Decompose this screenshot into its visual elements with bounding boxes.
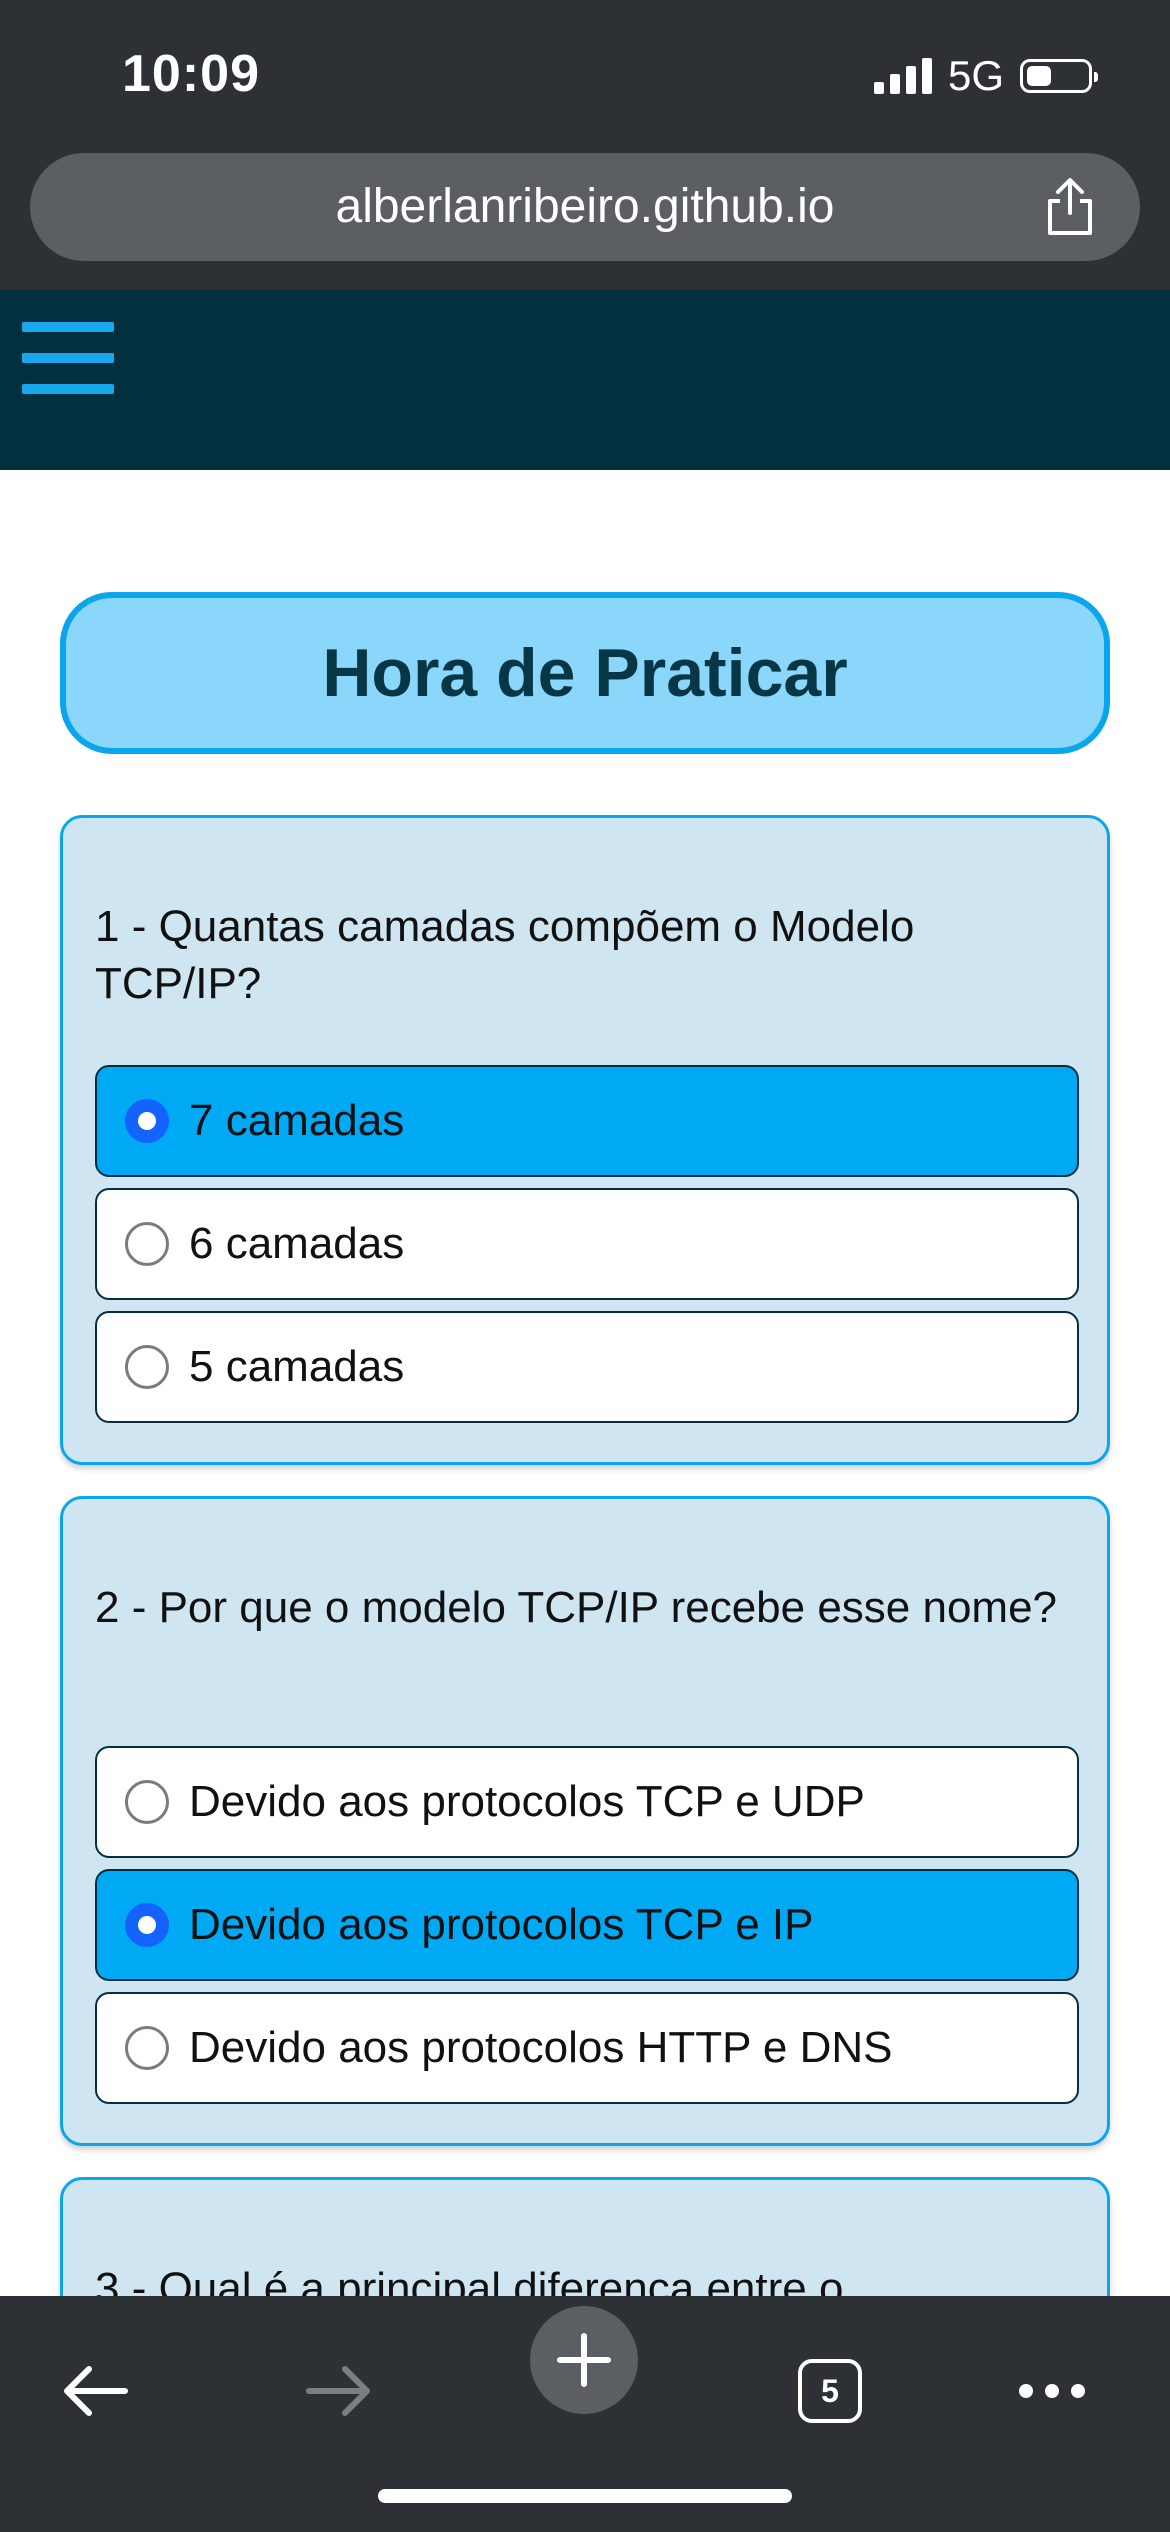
more-dots-icon bbox=[1019, 2384, 1085, 2398]
hamburger-menu-icon[interactable] bbox=[22, 322, 114, 394]
plus-icon bbox=[557, 2333, 611, 2387]
page-title: Hora de Praticar bbox=[322, 635, 848, 711]
page-title-box: Hora de Praticar bbox=[60, 592, 1110, 754]
radio-unselected-icon[interactable] bbox=[125, 1222, 169, 1266]
browser-top-chrome: 10:09 5G alberlanribeiro.github.io bbox=[0, 0, 1170, 290]
status-time: 10:09 bbox=[122, 45, 260, 103]
answer-option[interactable]: 5 camadas bbox=[95, 1311, 1079, 1423]
option-label: 5 camadas bbox=[189, 1342, 405, 1391]
home-indicator[interactable] bbox=[378, 2489, 792, 2503]
radio-unselected-icon[interactable] bbox=[125, 2026, 169, 2070]
option-label: 7 camadas bbox=[189, 1096, 405, 1145]
option-label: Devido aos protocolos HTTP e DNS bbox=[189, 2023, 893, 2072]
question-text: 2 - Por que o modelo TCP/IP recebe esse … bbox=[95, 1583, 1058, 1632]
new-tab-wrapper bbox=[0, 2306, 1170, 2414]
question-text: 1 - Quantas camadas compõem o Modelo TCP… bbox=[95, 902, 915, 1008]
more-menu-button[interactable] bbox=[997, 2336, 1107, 2446]
battery-icon bbox=[1020, 59, 1098, 93]
tabs-button[interactable]: 5 bbox=[775, 2336, 885, 2446]
radio-unselected-icon[interactable] bbox=[125, 1780, 169, 1824]
site-header bbox=[0, 290, 1170, 470]
answer-option[interactable]: 6 camadas bbox=[95, 1188, 1079, 1300]
radio-selected-icon[interactable] bbox=[125, 1099, 169, 1143]
question-card-1: 1 - Quantas camadas compõem o Modelo TCP… bbox=[60, 815, 1110, 1465]
option-label: Devido aos protocolos TCP e IP bbox=[189, 1900, 814, 1949]
question-card-2: 2 - Por que o modelo TCP/IP recebe esse … bbox=[60, 1496, 1110, 2146]
radio-selected-icon[interactable] bbox=[125, 1903, 169, 1947]
answer-option[interactable]: 7 camadas bbox=[95, 1065, 1079, 1177]
url-text[interactable]: alberlanribeiro.github.io bbox=[30, 153, 1140, 261]
option-label: 6 camadas bbox=[189, 1219, 405, 1268]
cellular-signal-icon bbox=[873, 58, 932, 94]
answer-option[interactable]: Devido aos protocolos TCP e UDP bbox=[95, 1746, 1079, 1858]
status-indicators: 5G bbox=[873, 52, 1098, 100]
share-icon[interactable] bbox=[1040, 175, 1100, 239]
tab-count-badge: 5 bbox=[798, 2359, 862, 2423]
network-type: 5G bbox=[947, 52, 1004, 99]
answer-option[interactable]: Devido aos protocolos TCP e IP bbox=[95, 1869, 1079, 1981]
answer-option[interactable]: Devido aos protocolos HTTP e DNS bbox=[95, 1992, 1079, 2104]
address-bar[interactable]: alberlanribeiro.github.io bbox=[30, 153, 1140, 261]
new-tab-button[interactable] bbox=[530, 2306, 638, 2414]
option-label: Devido aos protocolos TCP e UDP bbox=[189, 1777, 865, 1826]
radio-unselected-icon[interactable] bbox=[125, 1345, 169, 1389]
